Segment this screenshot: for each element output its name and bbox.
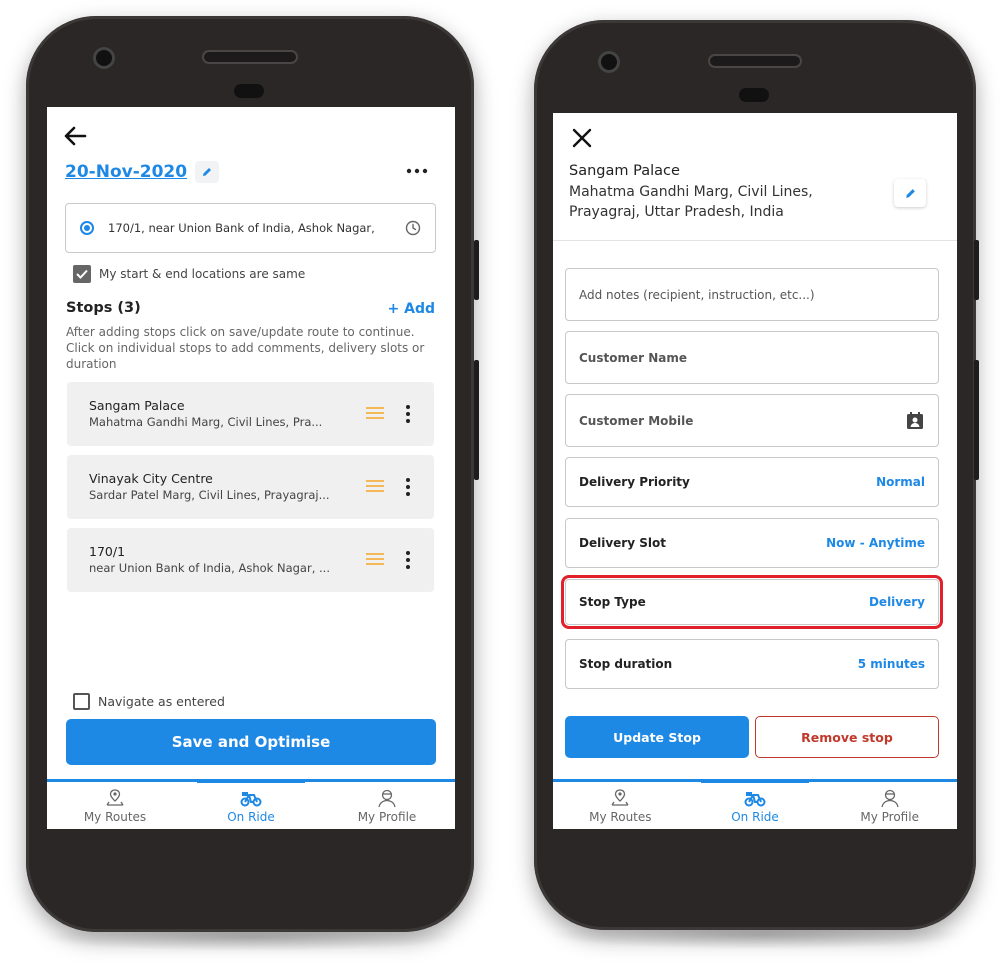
side-button xyxy=(474,240,479,300)
date-row: 20-Nov-2020 xyxy=(65,161,220,183)
volume-button xyxy=(474,360,479,480)
bottom-navigation: My Routes On Ride My Profile xyxy=(553,779,957,829)
nav-label: On Ride xyxy=(227,809,275,824)
row-value: Normal xyxy=(876,475,925,489)
pencil-icon xyxy=(203,168,212,176)
section-divider xyxy=(553,240,957,241)
earpiece-speaker xyxy=(710,56,800,66)
delivery-priority-row[interactable]: Delivery Priority Normal xyxy=(565,457,939,507)
row-label: Delivery Slot xyxy=(579,536,666,550)
nav-my-profile[interactable]: My Profile xyxy=(822,782,957,829)
remove-stop-button[interactable]: Remove stop xyxy=(755,716,939,758)
checkmark-icon xyxy=(76,269,88,279)
customer-name-placeholder: Customer Name xyxy=(579,350,687,365)
stop-address: near Union Bank of India, Ashok Nagar, .… xyxy=(89,561,330,575)
volume-button xyxy=(974,360,979,480)
bottom-navigation: My Routes On Ride My Profile xyxy=(47,779,455,829)
clock-icon[interactable] xyxy=(405,220,421,236)
profile-icon xyxy=(881,789,899,807)
notes-placeholder: Add notes (recipient, instruction, etc..… xyxy=(579,287,815,302)
navigate-as-entered-option[interactable]: Navigate as entered xyxy=(73,693,225,710)
contacts-icon[interactable] xyxy=(905,411,925,431)
notes-input[interactable]: Add notes (recipient, instruction, etc..… xyxy=(565,268,939,321)
stop-details-screen: Sangam Palace Mahatma Gandhi Marg, Civil… xyxy=(553,113,957,829)
edit-stop-button[interactable] xyxy=(894,179,926,207)
row-value: Delivery xyxy=(868,595,925,609)
edit-date-button[interactable] xyxy=(195,161,220,183)
stop-menu-icon[interactable] xyxy=(404,477,412,497)
same-locations-checkbox[interactable] xyxy=(73,265,91,283)
bike-icon xyxy=(240,791,262,806)
front-camera xyxy=(601,54,617,70)
stops-heading: Stops (3) xyxy=(66,300,141,316)
nav-label: My Profile xyxy=(860,809,919,824)
nav-on-ride[interactable]: On Ride xyxy=(183,779,319,829)
same-locations-option[interactable]: My start & end locations are same xyxy=(73,265,305,283)
earpiece-speaker xyxy=(204,52,296,62)
location-marker-icon xyxy=(80,221,94,235)
stop-address: Sardar Patel Marg, Civil Lines, Prayagra… xyxy=(89,488,330,502)
more-options-icon[interactable] xyxy=(405,165,429,177)
stop-title: Sangam Palace xyxy=(569,163,680,179)
delivery-slot-row[interactable]: Delivery Slot Now - Anytime xyxy=(565,518,939,568)
start-location-text: 170/1, near Union Bank of India, Ashok N… xyxy=(108,221,375,235)
routes-icon xyxy=(106,788,124,806)
stop-menu-icon[interactable] xyxy=(404,550,412,570)
add-stop-link[interactable]: + Add xyxy=(388,301,435,317)
stops-help-text: After adding stops click on save/update … xyxy=(66,325,425,371)
front-camera xyxy=(96,50,112,66)
stop-card[interactable]: 170/1 near Union Bank of India, Ashok Na… xyxy=(67,528,434,592)
profile-icon xyxy=(378,789,396,807)
customer-mobile-input[interactable]: Customer Mobile xyxy=(565,394,939,447)
same-locations-label: My start & end locations are same xyxy=(99,267,306,281)
navigate-checkbox[interactable] xyxy=(73,693,90,710)
row-value: Now - Anytime xyxy=(826,536,925,550)
start-location-field[interactable]: 170/1, near Union Bank of India, Ashok N… xyxy=(65,203,436,253)
nav-my-profile[interactable]: My Profile xyxy=(319,782,455,829)
back-arrow-icon[interactable] xyxy=(63,125,87,147)
row-value: 5 minutes xyxy=(857,657,925,671)
drag-handle-icon[interactable] xyxy=(365,406,385,420)
stop-type-row[interactable]: Stop Type Delivery xyxy=(561,575,943,629)
row-label: Stop Type xyxy=(579,595,646,609)
drag-handle-icon[interactable] xyxy=(365,479,385,493)
save-and-optimise-button[interactable]: Save and Optimise xyxy=(66,719,436,765)
stop-card[interactable]: Sangam Palace Mahatma Gandhi Marg, Civil… xyxy=(67,382,434,446)
nav-label: My Routes xyxy=(83,809,147,824)
customer-mobile-placeholder: Customer Mobile xyxy=(579,413,694,428)
nav-label: My Routes xyxy=(589,809,652,824)
close-icon[interactable] xyxy=(571,127,593,149)
row-label: Stop duration xyxy=(579,657,673,671)
navigate-label: Navigate as entered xyxy=(98,694,225,709)
stop-name: Vinayak City Centre xyxy=(89,471,213,486)
nav-my-routes[interactable]: My Routes xyxy=(47,782,183,829)
stop-card[interactable]: Vinayak City Centre Sardar Patel Marg, C… xyxy=(67,455,434,519)
nav-on-ride[interactable]: On Ride xyxy=(688,779,823,829)
pencil-icon xyxy=(905,188,915,198)
row-label: Delivery Priority xyxy=(579,475,690,489)
stop-name: Sangam Palace xyxy=(89,398,185,413)
stop-name: 170/1 xyxy=(89,544,126,559)
drag-handle-icon[interactable] xyxy=(365,552,385,566)
side-button xyxy=(974,240,979,300)
update-stop-button[interactable]: Update Stop xyxy=(565,716,749,758)
route-screen: 20-Nov-2020 170/1, near Union Bank of In… xyxy=(47,107,455,829)
bike-icon xyxy=(744,791,766,806)
nav-label: On Ride xyxy=(731,809,779,824)
route-date-link[interactable]: 20-Nov-2020 xyxy=(65,162,187,182)
stop-menu-icon[interactable] xyxy=(404,404,412,424)
stop-address: Mahatma Gandhi Marg, Civil Lines, Pra... xyxy=(89,415,323,429)
nav-label: My Profile xyxy=(357,809,417,824)
routes-icon xyxy=(611,788,629,806)
nav-my-routes[interactable]: My Routes xyxy=(553,782,688,829)
stop-full-address: Mahatma Gandhi Marg, Civil Lines, Prayag… xyxy=(569,184,813,220)
stop-duration-row[interactable]: Stop duration 5 minutes xyxy=(565,639,939,689)
proximity-sensor xyxy=(234,84,264,98)
proximity-sensor xyxy=(739,88,769,102)
customer-name-input[interactable]: Customer Name xyxy=(565,331,939,384)
